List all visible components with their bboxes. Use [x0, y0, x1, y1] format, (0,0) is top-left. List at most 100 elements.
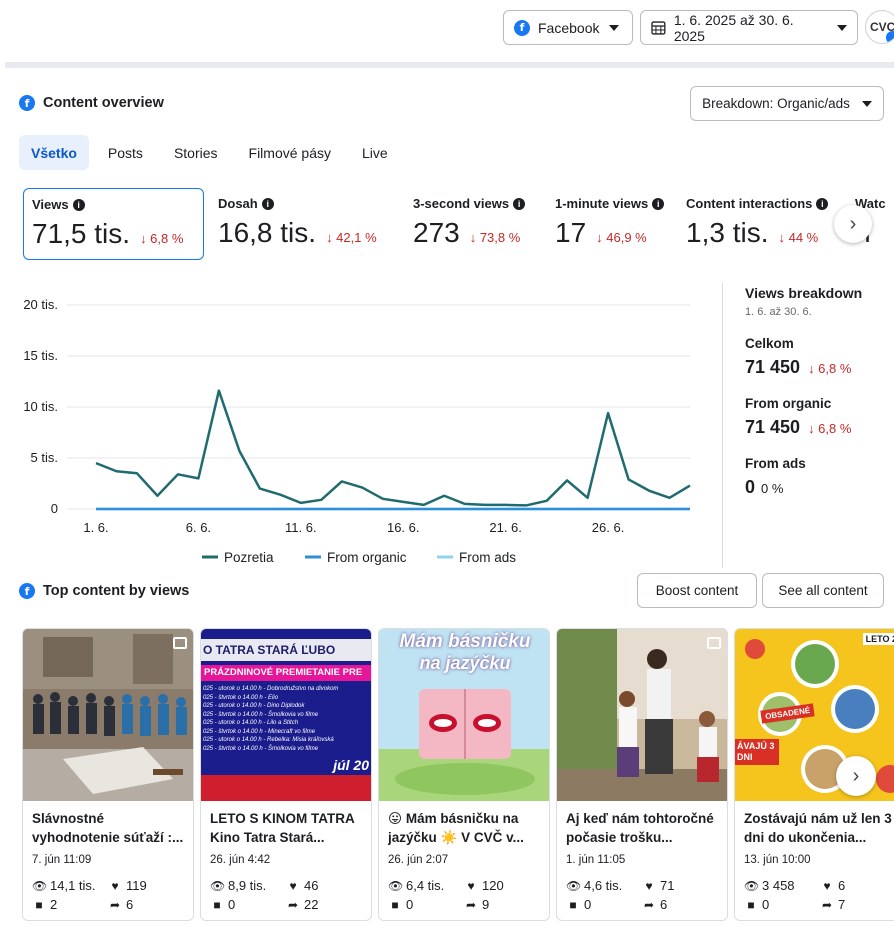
share-icon: ➦ [287, 897, 299, 912]
content-card[interactable]: Slávnostné vyhodnotenie súťaží :... 7. j… [22, 628, 194, 921]
share-icon: ➦ [465, 897, 477, 912]
schedule-line: 025 - utorok o 14.00 h - Lilo a Stitch [203, 720, 299, 726]
comment-icon: ■ [391, 897, 399, 912]
top-content-header: f Top content by views [19, 583, 189, 599]
shares-stat: ➦ 9 [464, 897, 489, 912]
views-count: 14,1 tis. [50, 878, 96, 893]
tab-filmove-pasy[interactable]: Filmové pásy [237, 135, 343, 170]
platform-select-label: Facebook [538, 19, 600, 36]
info-icon[interactable]: i [72, 198, 85, 211]
content-card[interactable]: Mám básničku na jazýčku 😛 Mám básničku n… [378, 628, 550, 921]
shares-stat: ➦ 6 [642, 897, 667, 912]
schedule-line: 025 - utorok o 14.00 h - Dino Diplodok [203, 703, 305, 709]
content-type-tabs: Všetko Posts Stories Filmové pásy Live [19, 135, 407, 170]
comments-stat: ■ 0 [744, 897, 769, 912]
metric-content-interactions[interactable]: Content interactions i 1,3 tis. ↓ 44 % [678, 188, 848, 260]
comment-icon: ■ [213, 897, 221, 912]
metric-label: 1-minute views [555, 196, 649, 211]
metric-change: ↓ 42,1 % [326, 230, 377, 245]
shares-stat: ➦ 6 [108, 897, 133, 912]
thumb-side-label: ÁVAJÚ 3 DNI [735, 739, 779, 765]
chevron-down-icon [837, 24, 847, 31]
post-thumbnail[interactable] [557, 629, 727, 801]
y-tick-label: 0 [51, 501, 58, 516]
metrics-next-button[interactable]: › [834, 205, 872, 243]
calendar-icon [651, 21, 666, 35]
views-stat: 👁 14,1 tis. [32, 878, 96, 893]
heart-icon: ♥ [111, 878, 119, 893]
content-card[interactable]: O TATRA STARÁ ĽUBO PRÁZDNINOVÉ PREMIETAN… [200, 628, 372, 921]
eye-icon: 👁 [566, 878, 582, 893]
views-stat: 👁 3 458 [744, 878, 795, 893]
likes-count: 71 [660, 878, 675, 893]
tab-stories[interactable]: Stories [162, 135, 230, 170]
post-thumbnail[interactable]: Mám básničku na jazýčku [379, 629, 549, 801]
metric-value: 16,8 tis. [218, 217, 317, 248]
organic-change: ↓ 6,8 % [808, 421, 852, 436]
page-avatar[interactable]: CVC [865, 10, 894, 44]
chevron-right-icon: › [849, 212, 857, 235]
post-thumbnail[interactable]: O TATRA STARÁ ĽUBO PRÁZDNINOVÉ PREMIETAN… [201, 629, 371, 801]
views-count: 4,6 tis. [584, 878, 623, 893]
metric-dosah[interactable]: Dosah i 16,8 tis. ↓ 42,1 % [210, 188, 400, 260]
comments-stat: ■ 0 [210, 897, 235, 912]
comments-stat: ■ 0 [566, 897, 591, 912]
share-icon: ➦ [109, 897, 121, 912]
metric-label: 3-second views [413, 196, 510, 211]
info-icon[interactable]: i [261, 197, 274, 210]
metric-label: Content interactions [686, 196, 813, 211]
comments-count: 0 [762, 897, 770, 912]
heart-icon: ♥ [289, 878, 297, 893]
comments-count: 2 [50, 897, 58, 912]
post-title: 😛 Mám básničku na jazýčku ☀️ V CVČ v... [388, 811, 524, 845]
metric-value: 1,3 tis. [686, 217, 769, 248]
views-breakdown-panel: Views breakdown 1. 6. až 30. 6. Celkom 7… [745, 285, 894, 498]
views-stat: 👁 6,4 tis. [388, 878, 444, 893]
date-range-label: 1. 6. 2025 až 30. 6. 2025 [673, 11, 794, 44]
shares-count: 22 [304, 897, 319, 912]
boost-content-button[interactable]: Boost content [637, 573, 757, 608]
metric-1-minute-views[interactable]: 1-minute views i 17 ↓ 46,9 % [547, 188, 675, 260]
post-title: LETO S KINOM TATRA Kino Tatra Stará... [210, 811, 355, 845]
tab-vsetko[interactable]: Všetko [19, 135, 89, 170]
facebook-badge-icon [886, 31, 894, 43]
heart-icon: ♥ [823, 878, 831, 893]
tab-posts[interactable]: Posts [96, 135, 155, 170]
thumb-heading-2: na jazýčku [419, 653, 511, 673]
views-breakdown-date: 1. 6. až 30. 6. [745, 306, 812, 318]
thumb-footer [201, 775, 371, 801]
metric-value: 17 [555, 217, 587, 248]
x-tick-label: 11. 6. [285, 520, 317, 535]
breakdown-select[interactable]: Breakdown: Organic/ads [690, 86, 884, 121]
views-chart: 0 5 tis. 10 tis. 15 tis. 20 tis. 1. 6. 6. 6. 11… [0, 280, 710, 575]
organic-value: 71 450 [745, 417, 801, 437]
info-icon[interactable]: i [816, 197, 829, 210]
post-date: 26. jún 4:42 [210, 854, 271, 866]
top-content-carousel: Slávnostné vyhodnotenie súťaží :... 7. j… [22, 628, 894, 923]
see-all-content-button[interactable]: See all content [762, 573, 884, 608]
heart-icon: ♥ [467, 878, 475, 893]
y-tick-label: 5 tis. [31, 450, 58, 465]
content-overview-header: f Content overview [19, 95, 164, 111]
date-range-picker[interactable]: 1. 6. 2025 až 30. 6. 2025 [640, 10, 858, 45]
content-card[interactable]: Aj keď nám tohtoročné počasie trošku... … [556, 628, 728, 921]
tab-live[interactable]: Live [350, 135, 400, 170]
carousel-next-button[interactable]: › [836, 756, 876, 796]
metric-3-second-views[interactable]: 3-second views i 273 ↓ 73,8 % [405, 188, 545, 260]
share-icon: ➦ [643, 897, 655, 912]
x-tick-label: 6. 6. [186, 520, 211, 535]
eye-icon: 👁 [388, 878, 404, 893]
album-icon [173, 637, 187, 649]
facebook-icon: f [19, 95, 35, 111]
metric-views[interactable]: Views i 71,5 tis. ↓ 6,8 % [23, 188, 204, 260]
platform-select[interactable]: f Facebook [503, 10, 633, 45]
legend-label: From ads [459, 550, 516, 565]
legend-label: From organic [327, 550, 407, 565]
post-thumbnail[interactable] [23, 629, 193, 801]
info-icon[interactable]: i [652, 197, 665, 210]
likes-stat: ♥ 120 [464, 878, 503, 893]
views-stat: 👁 4,6 tis. [566, 878, 622, 893]
y-tick-label: 15 tis. [23, 348, 58, 363]
metric-change: ↓ 6,8 % [140, 231, 184, 246]
info-icon[interactable]: i [513, 197, 526, 210]
